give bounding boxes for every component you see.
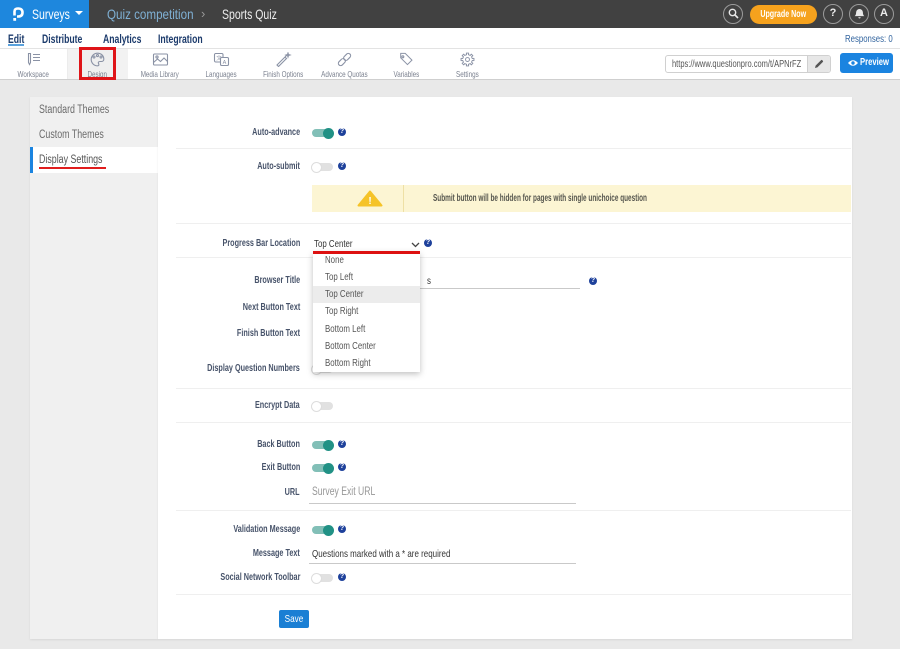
svg-text:!: ! (368, 196, 371, 207)
svg-text:A: A (223, 60, 227, 66)
